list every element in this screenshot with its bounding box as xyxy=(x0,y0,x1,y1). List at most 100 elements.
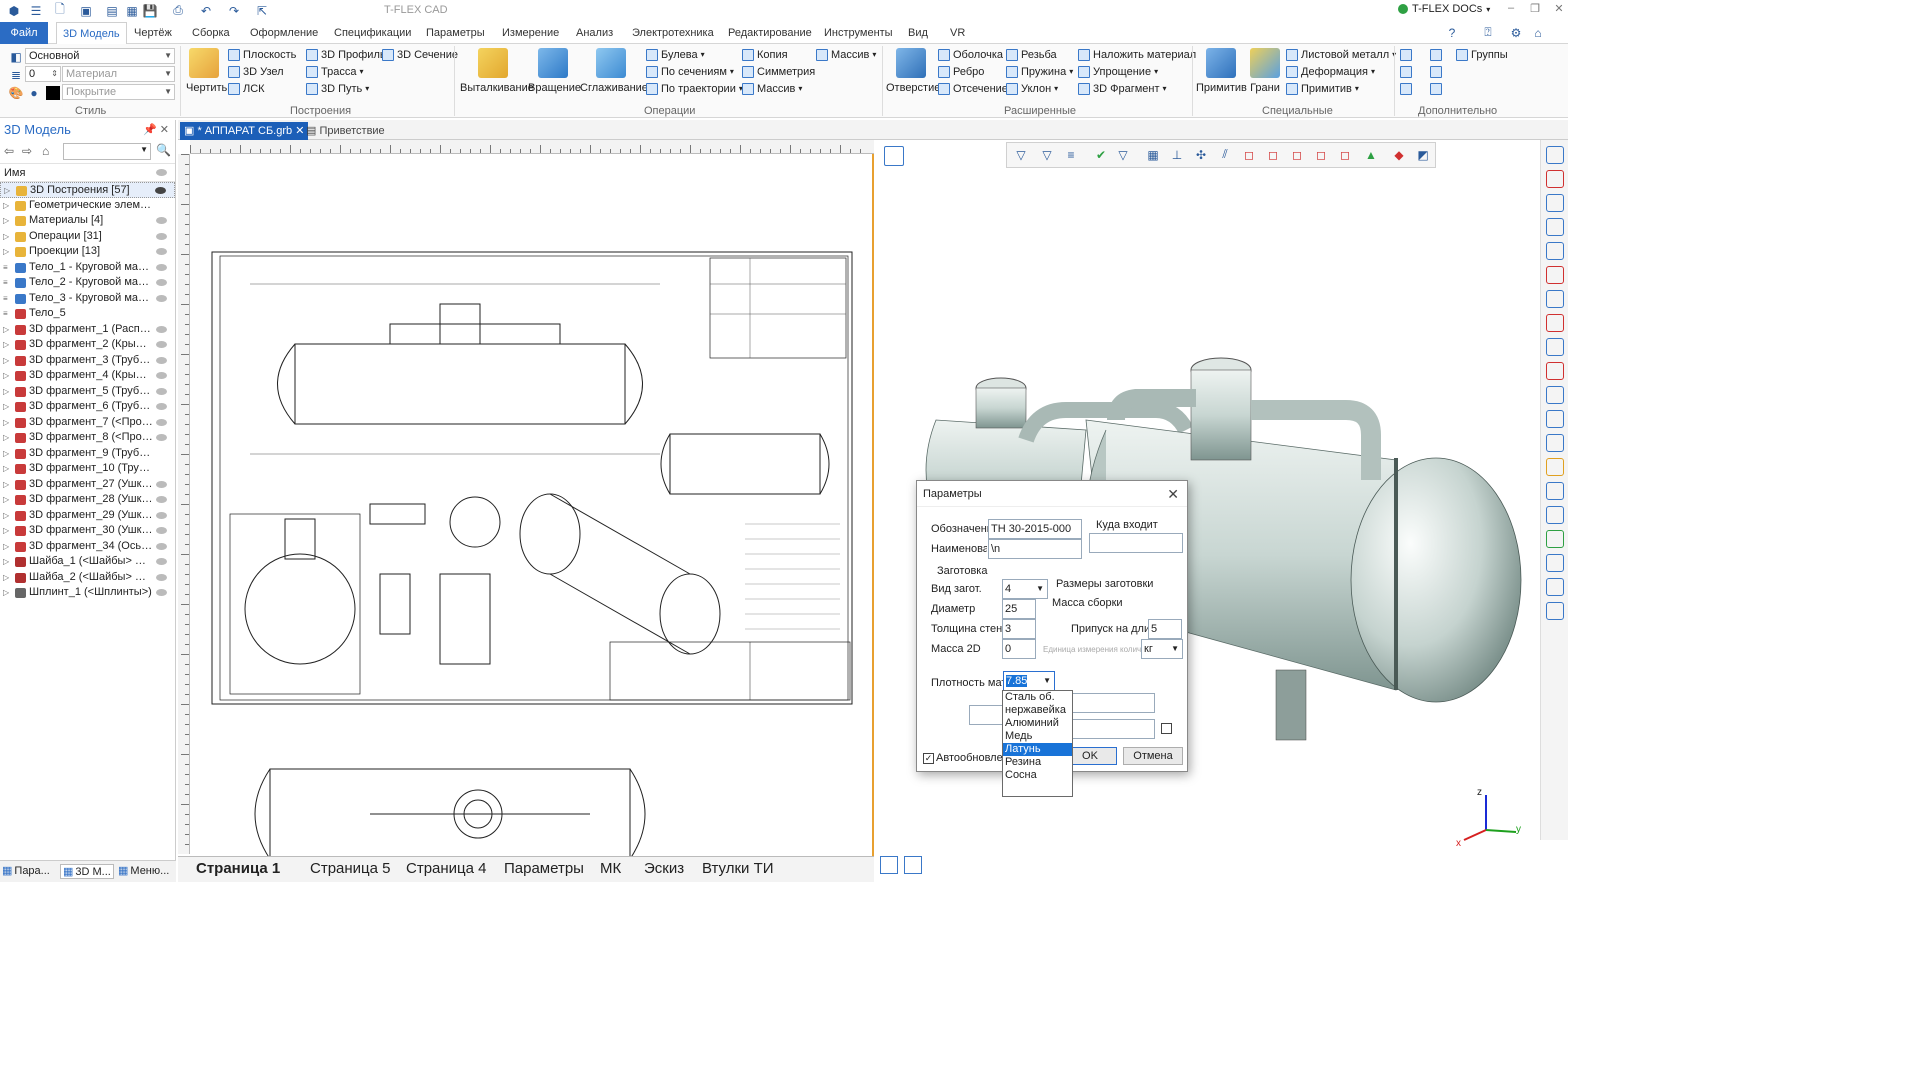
paint-icon[interactable]: 🎨 xyxy=(8,85,24,100)
spring-button[interactable]: Пружина ▾ xyxy=(1006,64,1073,80)
expand-icon[interactable]: ▷ xyxy=(3,446,9,462)
expand-icon[interactable]: ▷ xyxy=(3,337,9,353)
render-icon[interactable]: ◆ xyxy=(1391,147,1407,162)
style-combo[interactable]: Основной ▼ xyxy=(25,48,175,64)
tab-editing[interactable]: Редактирование xyxy=(722,22,818,44)
visibility-eye-icon[interactable] xyxy=(156,558,167,565)
forward-icon[interactable]: ⇨ xyxy=(22,144,32,158)
thread-button[interactable]: Резьба xyxy=(1006,47,1057,63)
page-tab-mk[interactable]: МК xyxy=(600,860,621,877)
cube-back-icon[interactable]: ◻ xyxy=(1313,147,1329,162)
back-icon[interactable]: ⇦ xyxy=(4,144,14,158)
extra-icon-6[interactable] xyxy=(1430,81,1442,97)
auto-update-checkbox[interactable]: ✓ xyxy=(923,753,934,764)
grid-icon[interactable]: ▦ xyxy=(1145,147,1161,162)
page-tab-1[interactable]: Страница 1 xyxy=(196,860,280,877)
check-icon[interactable]: ✔ xyxy=(1093,147,1109,162)
deform-button[interactable]: Деформация ▾ xyxy=(1286,64,1375,80)
page-tab-4[interactable]: Страница 4 xyxy=(406,860,487,877)
expand-icon[interactable]: ▷ xyxy=(3,585,9,601)
view-tool-icon[interactable] xyxy=(1546,434,1564,452)
axes-icon[interactable]: ⊥ xyxy=(1169,147,1185,162)
oboz-field[interactable]: ТН 30-2015-000 xyxy=(988,519,1082,539)
massa2d-field[interactable]: 0 xyxy=(1002,639,1036,659)
tree-item[interactable]: ▷ 3D фрагмент_4 (Крышка) xyxy=(0,368,175,384)
dropdown-option[interactable]: Сталь об. xyxy=(1003,691,1072,704)
close-button[interactable]: ✕ xyxy=(1551,2,1567,18)
plane-button[interactable]: Плоскость xyxy=(228,47,296,63)
tree-item[interactable]: ▷ 3D фрагмент_34 (Ось.grb) xyxy=(0,539,175,555)
display-icon[interactable]: ◩ xyxy=(1415,147,1431,162)
tree-item[interactable]: ▷ 3D фрагмент_9 (Трубный) xyxy=(0,446,175,462)
visibility-eye-icon[interactable] xyxy=(156,279,167,286)
visibility-eye-icon[interactable] xyxy=(156,356,167,364)
panel-controls[interactable]: 📌 ✕ xyxy=(143,120,169,140)
color-swatch[interactable] xyxy=(46,86,60,100)
tab-3d-model[interactable]: 3D Модель xyxy=(56,22,127,44)
tab-specifications[interactable]: Спецификации xyxy=(328,22,417,44)
material-combo[interactable]: Материал ▼ xyxy=(62,66,175,82)
expand-icon[interactable]: ▷ xyxy=(3,322,9,338)
lsk-button[interactable]: ЛСК xyxy=(228,81,265,97)
visibility-eye-icon[interactable] xyxy=(156,511,167,519)
visibility-eye-icon[interactable] xyxy=(156,480,167,488)
vid-select[interactable]: 4 ▼ xyxy=(1002,579,1048,599)
rotate-button[interactable]: Вращение xyxy=(528,48,581,94)
tree-item[interactable]: ▷ 3D Построения [57] xyxy=(0,182,175,198)
array-button-2[interactable]: Массив ▾ xyxy=(742,81,802,97)
layout-single-icon[interactable] xyxy=(880,856,898,874)
visibility-eye-icon[interactable] xyxy=(156,248,167,255)
visibility-eye-icon[interactable] xyxy=(156,217,167,224)
level-field[interactable]: 0 ⇕ xyxy=(25,66,61,82)
expand-icon[interactable]: ▷ xyxy=(4,183,10,197)
list-filter-icon[interactable]: ≡ xyxy=(1063,147,1079,162)
diam-field[interactable]: 25 xyxy=(1002,599,1036,619)
symmetry-button[interactable]: Симметрия xyxy=(742,64,815,80)
home-icon[interactable]: ⌂ xyxy=(42,144,49,158)
extra-icon-3[interactable] xyxy=(1400,64,1412,80)
tab-menu-panel[interactable]: ▦ Меню... xyxy=(118,864,169,878)
visibility-eye-icon[interactable] xyxy=(156,372,167,379)
view-tool-icon[interactable] xyxy=(1546,314,1564,332)
visibility-eye-icon[interactable] xyxy=(156,325,167,333)
tolsh-field[interactable]: 3 xyxy=(1002,619,1036,639)
plot-combo[interactable]: 7.85 ▼ xyxy=(1003,671,1055,691)
dropdown-option[interactable]: нержавейка xyxy=(1003,704,1072,717)
expand-icon[interactable]: ▷ xyxy=(3,430,9,446)
filter-clear-icon[interactable]: ▽ xyxy=(1115,147,1131,162)
tree-item[interactable]: ▷ Геометрические элементы xyxy=(0,198,175,214)
visibility-eye-icon[interactable] xyxy=(156,263,167,271)
expand-icon[interactable]: ▷ xyxy=(3,384,9,400)
view-tool-icon[interactable] xyxy=(1546,506,1564,524)
expand-icon[interactable]: ▷ xyxy=(3,244,9,260)
smooth-button[interactable]: Сглаживание xyxy=(580,48,648,94)
tree-item[interactable]: ▷ Проекции [13] xyxy=(0,244,175,260)
expand-icon[interactable]: ▷ xyxy=(3,539,9,555)
view-tool-icon[interactable] xyxy=(1546,338,1564,356)
extra-icon-4[interactable] xyxy=(1430,64,1442,80)
view-tool-icon[interactable] xyxy=(1546,170,1564,188)
view-tool-icon[interactable] xyxy=(1546,290,1564,308)
tab-file[interactable]: Файл xyxy=(0,22,48,44)
view-tool-icon[interactable] xyxy=(1546,218,1564,236)
extra-icon-1[interactable] xyxy=(1400,47,1412,63)
rib-button[interactable]: Ребро xyxy=(938,64,984,80)
tree-filter-input[interactable]: ▼ xyxy=(63,143,151,160)
redo-icon[interactable]: ↷ xyxy=(226,3,242,18)
shape-icon[interactable]: ▲ xyxy=(1363,147,1379,162)
undo-icon[interactable]: ↶ xyxy=(198,3,214,18)
view-tool-icon[interactable] xyxy=(1546,410,1564,428)
pripusk-field[interactable]: 5 xyxy=(1148,619,1182,639)
tree-item[interactable]: ≡ Тело_5 xyxy=(0,306,175,322)
simplify-button[interactable]: Упрощение ▾ xyxy=(1078,64,1158,80)
page-tab-params[interactable]: Параметры xyxy=(504,860,584,877)
visibility-eye-icon[interactable] xyxy=(156,434,167,441)
node3d-button[interactable]: 3D Узел xyxy=(228,64,284,80)
visibility-eye-icon[interactable] xyxy=(156,527,167,534)
minimize-button[interactable]: – xyxy=(1503,2,1519,18)
expand-icon[interactable]: ▷ xyxy=(3,399,9,415)
visibility-eye-icon[interactable] xyxy=(156,418,167,426)
tree-item[interactable]: ▷ 3D фрагмент_2 (Крышка) xyxy=(0,337,175,353)
print-icon[interactable]: ⎙ xyxy=(170,3,186,18)
expand-icon[interactable]: ▷ xyxy=(3,198,9,214)
